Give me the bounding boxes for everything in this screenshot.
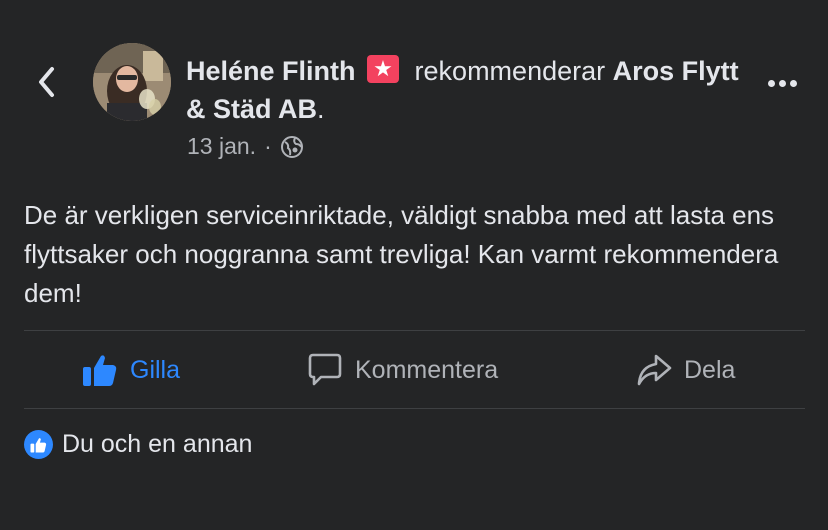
- post-date[interactable]: 13 jan.: [187, 133, 256, 160]
- comment-label: Kommentera: [355, 355, 499, 384]
- avatar[interactable]: [93, 43, 171, 121]
- comment-bubble-icon: [308, 353, 342, 386]
- thumbs-up-icon: [83, 355, 117, 386]
- action-bar: Gilla Kommentera Dela: [24, 332, 805, 408]
- more-options-button[interactable]: [762, 68, 802, 98]
- share-arrow-icon: [637, 354, 672, 386]
- post-meta: 13 jan. ·: [187, 133, 304, 160]
- divider-bottom: [24, 408, 805, 409]
- share-button[interactable]: Dela: [636, 332, 735, 408]
- like-reaction-icon: [24, 430, 53, 459]
- comment-button[interactable]: Kommentera: [307, 332, 498, 408]
- divider-top: [24, 330, 805, 331]
- like-label: Gilla: [130, 355, 181, 384]
- globe-icon: [280, 135, 303, 158]
- avatar-photo: [93, 43, 171, 121]
- chevron-left-icon: [39, 67, 54, 97]
- post-text: De är verkligen serviceinriktade, väldig…: [24, 200, 779, 308]
- share-label: Dela: [684, 355, 736, 384]
- reactions-text: Du och en annan: [62, 430, 253, 458]
- more-dots-icon: [767, 79, 797, 87]
- author-name[interactable]: Heléne Flinth: [186, 56, 356, 86]
- reactions-summary[interactable]: Du och en annan: [24, 430, 252, 459]
- recommend-star-icon: ★: [367, 55, 400, 83]
- back-button[interactable]: [30, 62, 62, 102]
- recommend-verb: rekommenderar: [414, 56, 606, 86]
- header-period: .: [317, 94, 325, 124]
- meta-separator: ·: [264, 133, 272, 159]
- post-header: Heléne Flinth ★ rekommenderar Aros Flytt…: [186, 52, 746, 128]
- like-button[interactable]: Gilla: [82, 332, 180, 408]
